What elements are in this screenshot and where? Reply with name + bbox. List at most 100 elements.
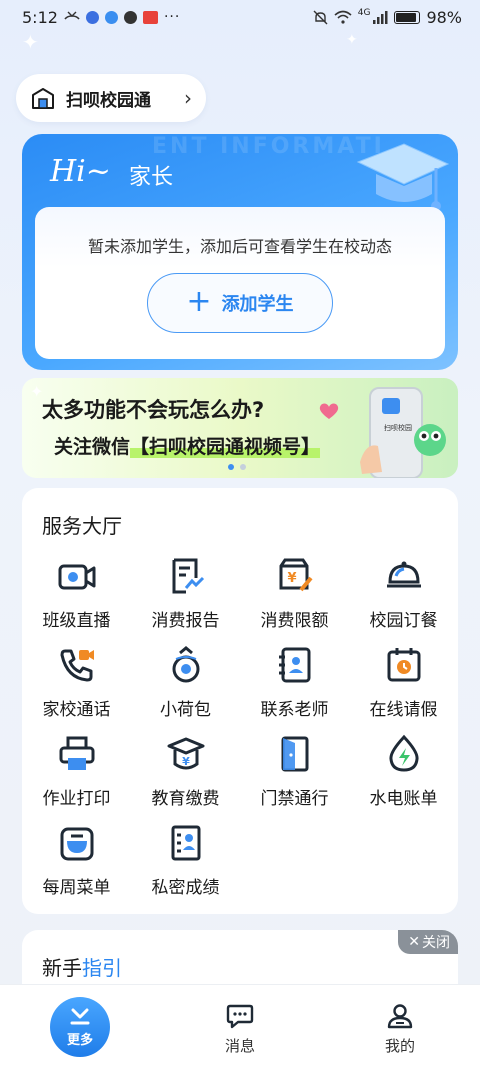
- service-label: 每周菜单: [42, 878, 111, 898]
- menu-bowl-icon: [60, 827, 93, 861]
- guide-title-prefix: 新手: [42, 956, 82, 980]
- service-contact-teacher[interactable]: 联系老师: [240, 645, 349, 734]
- service-weekly-menu[interactable]: 每周菜单: [22, 823, 131, 912]
- guide-title: 新手指引: [42, 952, 122, 981]
- service-hall: 服务大厅 班级直播 消费报告 ¥ 消费限额 校园订餐 家校通话 小荷包 联系老师: [22, 488, 458, 914]
- service-label: 消费报告: [151, 611, 220, 631]
- video-camera-icon: [58, 564, 95, 590]
- banner-channel-name: 【扫呗校园通视频号】: [130, 436, 321, 458]
- service-label: 小荷包: [160, 700, 211, 720]
- phone-mascot-illustration: 扫呗校园: [360, 387, 446, 478]
- school-selector[interactable]: 扫呗校园通 ›: [16, 74, 206, 122]
- service-hall-title: 服务大厅: [42, 514, 122, 538]
- service-label: 私密成绩: [151, 878, 220, 898]
- svg-text:¥: ¥: [287, 571, 296, 586]
- service-home-school-call[interactable]: 家校通话: [22, 645, 131, 734]
- app-notification-icon: [85, 10, 99, 24]
- door-icon: [281, 736, 308, 772]
- service-homework-print[interactable]: 作业打印: [22, 734, 131, 823]
- mute-icon: [313, 10, 328, 24]
- status-time: 5:12: [22, 7, 58, 27]
- app-badge-icon: [142, 10, 158, 24]
- service-spending-limit[interactable]: ¥ 消费限额: [240, 556, 349, 645]
- contact-card-icon: [278, 647, 310, 683]
- svg-text:¥: ¥: [182, 755, 190, 768]
- add-student-button[interactable]: + 添加学生: [147, 273, 333, 333]
- sparkle-decoration-icon: ✦: [346, 32, 358, 48]
- service-label: 教育缴费: [151, 789, 220, 809]
- banner-subline: 关注微信【扫呗校园通视频号】: [54, 432, 321, 459]
- private-score-icon: [171, 825, 200, 861]
- service-grid: 班级直播 消费报告 ¥ 消费限额 校园订餐 家校通话 小荷包 联系老师 在线请假…: [22, 556, 458, 912]
- role-text: 家长: [129, 165, 174, 190]
- greeting-text: Hi~: [50, 154, 111, 189]
- service-label: 家校通话: [42, 700, 111, 720]
- school-building-icon: [32, 88, 54, 109]
- report-chart-icon: [172, 558, 204, 594]
- banner-headline: 太多功能不会玩怎么办?: [42, 398, 265, 422]
- missed-call-icon: [64, 11, 80, 20]
- close-guide-button[interactable]: ✕ 关闭: [398, 930, 458, 954]
- message-bubble-icon: [226, 1004, 254, 1029]
- chat-notification-icon: [123, 10, 137, 24]
- signal-icon: [373, 10, 388, 24]
- wallet-limit-icon: ¥: [279, 558, 313, 592]
- guide-title-accent: 指引: [82, 956, 122, 980]
- service-label: 班级直播: [42, 611, 111, 631]
- bottom-navigation: 更多 消息 我的: [0, 984, 480, 1067]
- nav-mine-label: 我的: [384, 1037, 415, 1055]
- service-label: 校园订餐: [369, 611, 438, 631]
- nav-more-label: 更多: [66, 1032, 93, 1048]
- heart-icon: [319, 403, 339, 419]
- network-type: 4G: [357, 8, 371, 18]
- user-profile-icon: [387, 1004, 413, 1029]
- service-label: 消费限额: [260, 611, 329, 631]
- empty-student-message: 暂未添加学生，添加后可查看学生在校动态: [87, 237, 392, 256]
- calendar-clock-icon: [387, 648, 420, 682]
- printer-icon: [59, 736, 94, 770]
- plus-icon: +: [186, 283, 212, 319]
- battery-level: 98%: [426, 7, 462, 27]
- close-guide-label: 关闭: [422, 935, 450, 951]
- service-utility-bill[interactable]: 水电账单: [349, 734, 458, 823]
- banner-subline-prefix: 关注微信: [54, 436, 131, 458]
- nav-mine-tab[interactable]: 我的: [370, 1003, 430, 1056]
- status-right: 4G 98%: [313, 8, 462, 27]
- close-icon: ✕: [408, 934, 420, 950]
- service-label: 联系老师: [260, 700, 329, 720]
- promo-banner[interactable]: ✦ 太多功能不会玩怎么办? 关注微信【扫呗校园通视频号】 扫呗校园: [22, 378, 458, 478]
- service-campus-meal[interactable]: 校园订餐: [349, 556, 458, 645]
- nav-messages-tab[interactable]: 消息: [210, 1003, 270, 1056]
- service-private-score[interactable]: 私密成绩: [131, 823, 240, 912]
- phone-badge-text: 扫呗校园: [384, 423, 412, 432]
- service-online-leave[interactable]: 在线请假: [349, 645, 458, 734]
- banner-pager: [228, 464, 246, 470]
- status-bar: 5:12 ··· 4G 98%: [0, 0, 480, 34]
- sparkle-decoration-icon: ✦: [22, 30, 39, 54]
- pager-dot[interactable]: [240, 464, 246, 470]
- more-notifications-icon: ···: [163, 9, 181, 25]
- school-name: 扫呗校园通: [66, 90, 151, 111]
- chevron-right-icon: ›: [184, 86, 192, 110]
- service-label: 作业打印: [42, 789, 111, 809]
- service-label: 在线请假: [369, 700, 438, 720]
- service-label: 水电账单: [369, 789, 438, 809]
- battery-icon: [394, 10, 421, 24]
- pager-dot-active[interactable]: [228, 464, 234, 470]
- service-spending-report[interactable]: 消费报告: [131, 556, 240, 645]
- money-pouch-icon: [172, 646, 199, 683]
- nav-more-tab[interactable]: 更多: [50, 997, 110, 1057]
- service-label: 门禁通行: [260, 789, 329, 809]
- food-cloche-icon: [386, 561, 421, 588]
- download-arrow-icon: [70, 1008, 90, 1024]
- service-class-live[interactable]: 班级直播: [22, 556, 131, 645]
- water-drop-icon: [388, 734, 419, 772]
- service-access-control[interactable]: 门禁通行: [240, 734, 349, 823]
- service-education-fee[interactable]: ¥ 教育缴费: [131, 734, 240, 823]
- mortarboard-fee-icon: ¥: [167, 737, 204, 770]
- student-empty-panel: 暂未添加学生，添加后可查看学生在校动态 + 添加学生: [35, 207, 445, 359]
- phone-call-icon: [60, 649, 94, 682]
- wifi-icon: [334, 10, 352, 24]
- service-small-wallet[interactable]: 小荷包: [131, 645, 240, 734]
- music-notification-icon: [104, 10, 118, 24]
